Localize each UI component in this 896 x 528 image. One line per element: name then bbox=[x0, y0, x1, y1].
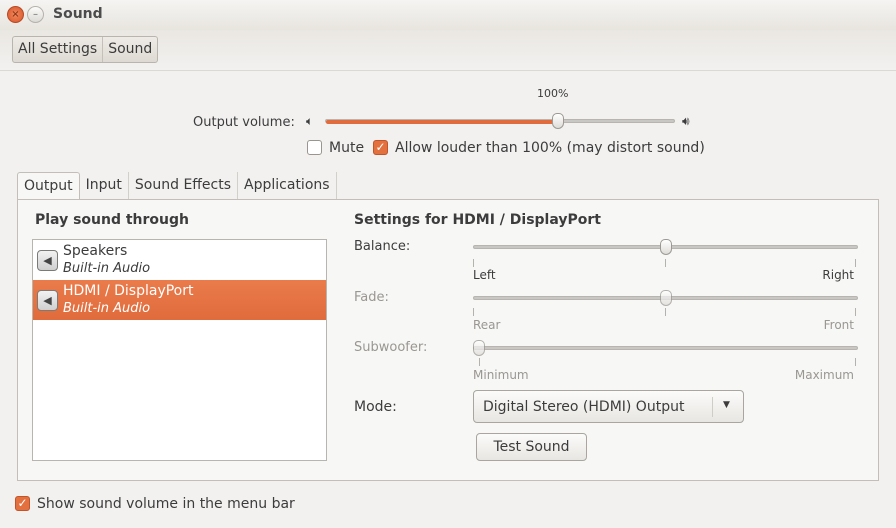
device-speakers[interactable]: ◀︎ Speakers Built-in Audio bbox=[33, 240, 326, 280]
speaker-low-icon: 🔈︎ bbox=[306, 114, 314, 128]
tab-bar: Output Input Sound Effects Applications bbox=[17, 172, 337, 199]
mode-value: Digital Stereo (HDMI) Output bbox=[483, 399, 685, 415]
output-volume-label: Output volume: bbox=[193, 115, 295, 130]
balance-label: Balance: bbox=[354, 239, 411, 254]
subwoofer-min-label: Minimum bbox=[473, 368, 529, 382]
fade-label: Fade: bbox=[354, 290, 389, 305]
close-icon[interactable]: × bbox=[7, 6, 24, 23]
tick-mark bbox=[855, 358, 856, 366]
allow-louder-label: Allow louder than 100% (may distort soun… bbox=[395, 140, 705, 156]
breadcrumb-all-settings[interactable]: All Settings bbox=[13, 37, 102, 62]
breadcrumb-sound[interactable]: Sound bbox=[102, 37, 157, 62]
mute-checkbox[interactable] bbox=[307, 140, 322, 155]
mode-dropdown[interactable]: Digital Stereo (HDMI) Output ▼ bbox=[473, 390, 744, 423]
speaker-high-icon: 🔊︎ bbox=[682, 114, 690, 128]
play-sound-through-heading: Play sound through bbox=[35, 212, 189, 228]
device-subtitle: Built-in Audio bbox=[63, 261, 151, 276]
speaker-icon: ◀︎ bbox=[37, 290, 58, 311]
balance-max-label: Right bbox=[822, 268, 854, 282]
tab-input[interactable]: Input bbox=[80, 172, 129, 199]
minimize-icon[interactable]: – bbox=[27, 6, 44, 23]
device-name: HDMI / DisplayPort bbox=[63, 283, 194, 299]
allow-louder-checkbox[interactable]: ✓ bbox=[373, 140, 388, 155]
subwoofer-max-label: Maximum bbox=[794, 368, 854, 382]
device-name: Speakers bbox=[63, 243, 128, 259]
fade-min-label: Rear bbox=[473, 318, 501, 332]
settings-heading: Settings for HDMI / DisplayPort bbox=[354, 212, 601, 228]
tick-mark bbox=[473, 308, 474, 316]
tick-mark bbox=[665, 308, 666, 316]
balance-slider-thumb[interactable] bbox=[659, 239, 672, 255]
balance-min-label: Left bbox=[473, 268, 496, 282]
tick-mark bbox=[665, 259, 666, 267]
mode-label: Mode: bbox=[354, 399, 397, 415]
mute-label: Mute bbox=[329, 140, 365, 156]
device-hdmi[interactable]: ◀︎ HDMI / DisplayPort Built-in Audio bbox=[33, 280, 326, 320]
title-bar bbox=[0, 0, 896, 30]
device-subtitle: Built-in Audio bbox=[63, 301, 151, 316]
tick-mark bbox=[855, 259, 856, 267]
tab-applications[interactable]: Applications bbox=[238, 172, 337, 199]
tick-mark bbox=[473, 259, 474, 267]
breadcrumb: All Settings Sound bbox=[12, 36, 159, 63]
test-sound-button[interactable]: Test Sound bbox=[476, 433, 587, 461]
fade-max-label: Front bbox=[823, 318, 854, 332]
speaker-icon: ◀︎ bbox=[37, 250, 58, 271]
show-volume-checkbox[interactable]: ✓ bbox=[15, 496, 30, 511]
subwoofer-slider-thumb[interactable] bbox=[473, 340, 485, 356]
fade-slider-thumb[interactable] bbox=[659, 290, 672, 306]
window-title: Sound bbox=[53, 6, 103, 22]
tab-output[interactable]: Output bbox=[17, 172, 80, 199]
tab-sound-effects[interactable]: Sound Effects bbox=[129, 172, 239, 199]
output-volume-slider[interactable] bbox=[325, 119, 675, 124]
device-list: ◀︎ Speakers Built-in Audio ◀︎ HDMI / Dis… bbox=[32, 239, 327, 461]
chevron-down-icon: ▼ bbox=[723, 400, 730, 410]
tick-mark bbox=[479, 358, 480, 366]
subwoofer-slider[interactable] bbox=[473, 346, 858, 350]
tick-mark bbox=[855, 308, 856, 316]
subwoofer-label: Subwoofer: bbox=[354, 340, 428, 355]
volume-slider-thumb[interactable] bbox=[552, 113, 565, 129]
volume-value-label: 100% bbox=[537, 87, 569, 100]
show-volume-label: Show sound volume in the menu bar bbox=[37, 496, 295, 512]
